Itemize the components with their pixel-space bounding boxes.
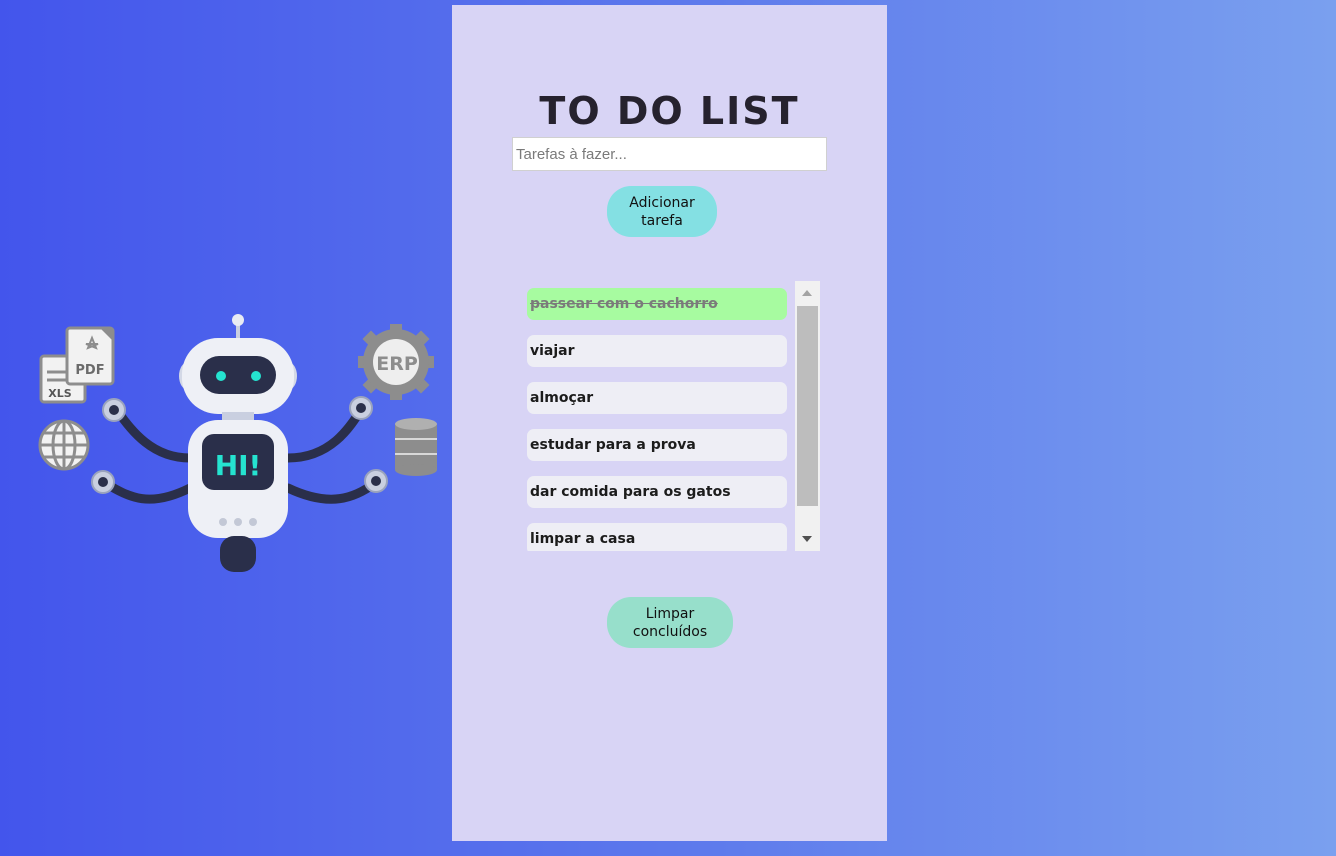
add-task-button[interactable]: Adicionar tarefa xyxy=(607,186,717,237)
scroll-up-icon[interactable] xyxy=(802,290,812,296)
scroll-down-icon[interactable] xyxy=(802,536,812,542)
page-title: TO DO LIST xyxy=(539,89,800,133)
pdf-badge: PDF xyxy=(75,363,104,378)
task-item[interactable]: estudar para a prova xyxy=(527,429,787,461)
task-item[interactable]: limpar a casa xyxy=(527,523,787,551)
todo-panel: TO DO LIST Adicionar tarefa passear com … xyxy=(452,5,887,841)
task-list-container: passear com o cachorro viajar almoçar estud… xyxy=(524,281,820,551)
task-input[interactable] xyxy=(512,137,827,171)
database-icon xyxy=(395,418,437,476)
robot-screen-text: HI! xyxy=(215,449,262,482)
task-list-scrollbar[interactable] xyxy=(795,281,820,551)
globe-icon xyxy=(38,419,90,471)
erp-badge: ERP xyxy=(376,353,418,375)
task-item[interactable]: viajar xyxy=(527,335,787,367)
task-list[interactable]: passear com o cachorro viajar almoçar estud… xyxy=(524,281,794,551)
task-item[interactable]: passear com o cachorro xyxy=(527,288,787,320)
document-icons: XLS PDF xyxy=(39,326,115,404)
clear-completed-button[interactable]: Limpar concluídos xyxy=(607,597,733,648)
gear-icon: ERP xyxy=(358,324,434,400)
robot-illustration: HI! XLS PDF ERP xyxy=(38,314,437,572)
task-item[interactable]: dar comida para os gatos xyxy=(527,476,787,508)
xls-badge: XLS xyxy=(48,387,71,400)
task-item[interactable]: almoçar xyxy=(527,382,787,414)
scroll-thumb[interactable] xyxy=(797,306,818,506)
